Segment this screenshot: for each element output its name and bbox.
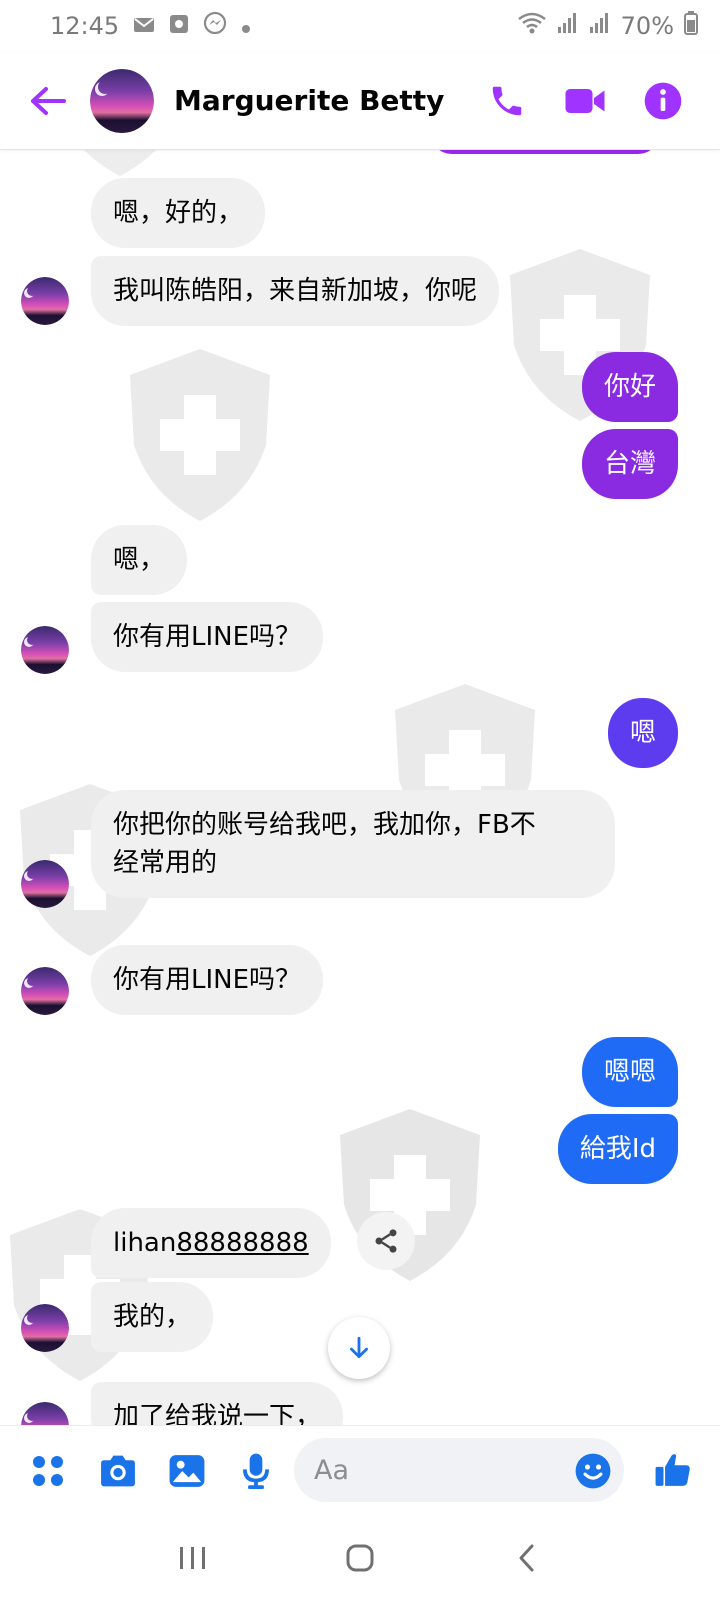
status-bar: 12:45 70% (0, 0, 720, 52)
info-button[interactable] (642, 80, 684, 122)
signal-icon (557, 12, 579, 40)
contact-avatar[interactable] (90, 68, 154, 133)
outgoing-message[interactable]: 台灣 (581, 429, 678, 499)
outgoing-message[interactable]: 給我Id (557, 1114, 678, 1184)
contact-name[interactable]: Marguerite Betty (174, 84, 444, 117)
signal-icon (589, 12, 611, 40)
camera-icon (101, 1455, 135, 1487)
sender-avatar[interactable] (21, 860, 69, 908)
emoji-button[interactable] (571, 1449, 615, 1493)
mail-icon (133, 12, 155, 40)
system-back-button[interactable] (507, 1538, 547, 1578)
message-text: 嗯， (113, 545, 166, 575)
previous-message-fragment (430, 150, 660, 154)
like-button[interactable] (651, 1448, 695, 1492)
recents-button[interactable] (173, 1538, 213, 1578)
message-text-line: 你把你的账号给我吧，我加你，FB不 (113, 810, 536, 840)
screenshot-icon (169, 12, 189, 40)
incoming-message[interactable]: 嗯，好的， (91, 178, 266, 248)
status-right: 70% (517, 11, 698, 41)
gallery-button[interactable] (165, 1449, 209, 1493)
more-actions-button[interactable] (26, 1449, 70, 1493)
thumbs-up-icon (655, 1454, 690, 1486)
incoming-message[interactable]: 我的， (91, 1282, 214, 1352)
video-icon (565, 88, 605, 113)
dot-icon (241, 12, 251, 40)
clock: 12:45 (50, 12, 120, 40)
message-text: 嗯，好的， (113, 198, 244, 228)
messenger-icon (203, 11, 227, 41)
emoji-icon (575, 1453, 611, 1489)
video-call-button[interactable] (564, 80, 606, 122)
watermark-shield-icon (84, 150, 156, 176)
sender-avatar[interactable] (21, 277, 69, 325)
status-left: 12:45 (50, 11, 251, 41)
sender-avatar[interactable] (21, 1304, 69, 1352)
audio-call-button[interactable] (486, 80, 528, 122)
incoming-message[interactable]: 你有用LINE吗？ (91, 602, 324, 672)
back-arrow-icon (31, 86, 66, 115)
info-icon (644, 82, 682, 119)
message-text: 你有用LINE吗？ (113, 622, 302, 652)
sender-avatar[interactable] (21, 967, 69, 1015)
back-button[interactable] (28, 81, 68, 121)
share-icon (375, 1229, 397, 1253)
outgoing-message[interactable]: 嗯 (607, 698, 678, 768)
message-text: 嗯 (629, 718, 656, 748)
conversation-header: Marguerite Betty (0, 52, 720, 150)
message-text: 你好 (603, 372, 656, 402)
gallery-icon (169, 1455, 205, 1487)
message-text: lihan (113, 1228, 177, 1258)
apps-icon (33, 1456, 63, 1486)
phone-number-link[interactable]: 88888888 (176, 1228, 308, 1258)
home-icon (346, 1544, 374, 1571)
battery-percent: 70% (620, 12, 674, 40)
back-icon (519, 1544, 534, 1571)
message-list[interactable]: 嗯，好的， 我叫陈皓阳，来自新加坡，你呢 你好 台灣 嗯， 你有用LINE吗？ … (0, 150, 720, 1425)
incoming-message[interactable]: 我叫陈皓阳，来自新加坡，你呢 (91, 256, 500, 326)
message-text-line: 经常用的 (113, 848, 218, 878)
message-text: 你有用LINE吗？ (113, 965, 302, 995)
outgoing-message[interactable]: 嗯嗯 (581, 1037, 678, 1107)
header-actions (486, 80, 684, 122)
home-button[interactable] (340, 1538, 380, 1578)
system-navigation-bar (0, 1515, 720, 1600)
message-text: 我的， (113, 1302, 192, 1332)
watermark-shield-icon (340, 1109, 480, 1281)
battery-icon (684, 11, 698, 41)
scroll-to-bottom-button[interactable] (328, 1317, 390, 1379)
sender-avatar[interactable] (21, 1402, 69, 1425)
voice-button[interactable] (234, 1449, 278, 1493)
phone-icon (492, 86, 522, 115)
outgoing-message[interactable]: 你好 (581, 352, 678, 422)
message-text: 台灣 (603, 449, 656, 479)
message-text: 加了给我说一下， (113, 1402, 322, 1425)
incoming-message[interactable]: 你把你的账号给我吧，我加你，FB不 经常用的 (91, 790, 615, 898)
recents-icon (180, 1546, 206, 1569)
arrow-down-icon (350, 1336, 368, 1359)
wifi-icon (517, 11, 547, 41)
microphone-icon (243, 1453, 269, 1490)
message-text: 嗯嗯 (603, 1057, 656, 1087)
incoming-message[interactable]: 加了给我说一下， (91, 1382, 344, 1425)
incoming-message[interactable]: lihan88888888 (91, 1208, 331, 1278)
sender-avatar[interactable] (21, 626, 69, 674)
message-text: 給我Id (579, 1134, 656, 1164)
message-composer: Aa (0, 1425, 720, 1515)
watermark-shield-icon (130, 349, 270, 521)
camera-button[interactable] (96, 1449, 140, 1493)
message-text: 我叫陈皓阳，来自新加坡，你呢 (113, 276, 478, 306)
incoming-message[interactable]: 你有用LINE吗？ (91, 945, 324, 1015)
share-button[interactable] (357, 1212, 415, 1270)
incoming-message[interactable]: 嗯， (91, 525, 188, 595)
